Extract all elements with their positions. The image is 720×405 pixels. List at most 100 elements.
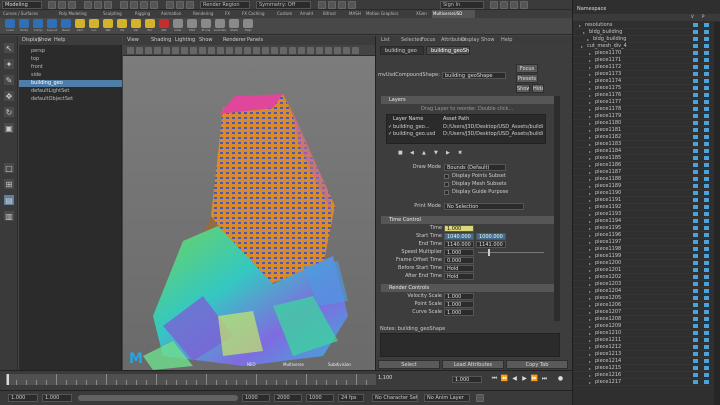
shelf-icon[interactable]: Write: [18, 19, 30, 33]
pickable-toggle-icon[interactable]: [704, 30, 709, 34]
range-end-field[interactable]: 1000: [242, 394, 270, 402]
pickable-toggle-icon[interactable]: [704, 317, 709, 321]
pickable-toggle-icon[interactable]: [704, 79, 709, 83]
expand-arrow-icon[interactable]: ▸: [583, 29, 585, 36]
ipr-icon[interactable]: [186, 1, 194, 9]
namespace-piece[interactable]: ▸ piece1207: [573, 309, 713, 316]
shelf-tab[interactable]: MASH: [348, 10, 364, 18]
time-attr-input-2[interactable]: 1141.000: [476, 241, 506, 248]
shelf-tab[interactable]: Animation: [160, 10, 191, 18]
namespace-item[interactable]: ▸ resolutions: [573, 22, 713, 29]
expand-arrow-icon[interactable]: ▸: [589, 365, 591, 372]
pickable-toggle-icon[interactable]: [704, 93, 709, 97]
outliner-item[interactable]: defaultObjectSet: [19, 96, 122, 103]
visibility-toggle-icon[interactable]: [693, 65, 698, 69]
namespace-piece[interactable]: ▸ piece1172: [573, 64, 713, 71]
hide-button[interactable]: Hide: [532, 84, 544, 93]
expand-arrow-icon[interactable]: ▸: [589, 316, 591, 323]
show-button[interactable]: Show: [516, 84, 530, 93]
panel-icon[interactable]: [338, 1, 346, 9]
visibility-toggle-icon[interactable]: [693, 100, 698, 104]
expand-arrow-icon[interactable]: ▸: [589, 162, 591, 169]
viewport-tool-icon[interactable]: [172, 47, 179, 54]
expand-arrow-icon[interactable]: ▸: [589, 225, 591, 232]
namespace-piece[interactable]: ▸ piece1203: [573, 281, 713, 288]
visibility-toggle-icon[interactable]: [693, 352, 698, 356]
speed-slider-handle[interactable]: [488, 249, 490, 256]
namespace-piece[interactable]: ▸ piece1213: [573, 351, 713, 358]
shelf-tab[interactable]: Sculpting: [102, 10, 133, 18]
outliner-item[interactable]: persp: [19, 48, 122, 55]
visibility-toggle-icon[interactable]: [693, 79, 698, 83]
visibility-toggle-icon[interactable]: [693, 107, 698, 111]
namespace-piece[interactable]: ▸ piece1191: [573, 197, 713, 204]
step-back-icon[interactable]: ⏪: [500, 374, 509, 383]
mode-selector[interactable]: Modeling: [2, 1, 42, 9]
viewport-tool-icon[interactable]: [298, 47, 305, 54]
pickable-toggle-icon[interactable]: [704, 240, 709, 244]
time-attr-input[interactable]: 1040.000: [444, 233, 474, 240]
shelf-tab[interactable]: Custom: [276, 10, 298, 18]
time-attr-input[interactable]: Hold: [444, 273, 474, 280]
ae-node-tab[interactable]: building_geo: [380, 46, 424, 55]
pickable-toggle-icon[interactable]: [704, 373, 709, 377]
pickable-toggle-icon[interactable]: [704, 191, 709, 195]
expand-arrow-icon[interactable]: ▸: [589, 106, 591, 113]
persp-outliner-icon[interactable]: ▥: [3, 210, 15, 222]
visibility-toggle-icon[interactable]: [693, 380, 698, 384]
timeline-track[interactable]: [6, 374, 376, 385]
expand-arrow-icon[interactable]: ▸: [589, 302, 591, 309]
visibility-toggle-icon[interactable]: [693, 191, 698, 195]
visibility-toggle-icon[interactable]: [693, 51, 698, 55]
shelf-icon[interactable]: Loc: [88, 19, 100, 33]
pickable-toggle-icon[interactable]: [704, 177, 709, 181]
expand-arrow-icon[interactable]: ▸: [589, 323, 591, 330]
expand-arrow-icon[interactable]: ▸: [589, 253, 591, 260]
viewport-tool-icon[interactable]: [262, 47, 269, 54]
shelf-tab[interactable]: Poly Modeling: [58, 10, 101, 18]
pickable-toggle-icon[interactable]: [704, 282, 709, 286]
expand-arrow-icon[interactable]: ▸: [589, 85, 591, 92]
visibility-toggle-icon[interactable]: [693, 128, 698, 132]
pickable-toggle-icon[interactable]: [704, 303, 709, 307]
layer-first-icon[interactable]: ■: [398, 150, 403, 156]
visibility-toggle-icon[interactable]: [693, 275, 698, 279]
expand-arrow-icon[interactable]: ▸: [589, 134, 591, 141]
outliner-menu-item[interactable]: Show: [38, 37, 52, 43]
namespace-piece[interactable]: ▸ piece1177: [573, 99, 713, 106]
focus-button[interactable]: Focus: [516, 64, 538, 73]
visibility-toggle-icon[interactable]: [693, 233, 698, 237]
visibility-toggle-icon[interactable]: [693, 303, 698, 307]
pickable-toggle-icon[interactable]: [704, 100, 709, 104]
viewport-menu-item[interactable]: Show: [199, 37, 213, 43]
namespace-piece[interactable]: ▸ piece1209: [573, 323, 713, 330]
expand-arrow-icon[interactable]: ▸: [589, 64, 591, 71]
ae-bottom-button[interactable]: Copy Tab: [506, 360, 568, 369]
expand-arrow-icon[interactable]: ▸: [589, 120, 591, 127]
namespace-piece[interactable]: ▸ piece1193: [573, 211, 713, 218]
shelf-icon[interactable]: Var: [130, 19, 142, 33]
visibility-toggle-icon[interactable]: [693, 345, 698, 349]
time-control-header[interactable]: Time Control: [381, 216, 556, 224]
visibility-toggle-icon[interactable]: [693, 58, 698, 62]
viewport-tool-icon[interactable]: [325, 47, 332, 54]
expand-arrow-icon[interactable]: ▸: [589, 92, 591, 99]
ae-scrollbar[interactable]: [554, 96, 560, 321]
range-start-field[interactable]: 1.000: [42, 394, 72, 402]
shelf-icon[interactable]: Pur: [144, 19, 156, 33]
visibility-toggle-icon[interactable]: [693, 289, 698, 293]
pickable-toggle-icon[interactable]: [704, 184, 709, 188]
pickable-toggle-icon[interactable]: [704, 352, 709, 356]
pickable-toggle-icon[interactable]: [704, 51, 709, 55]
go-to-start-icon[interactable]: ⏮: [490, 374, 499, 383]
paint-select-icon[interactable]: ✎: [3, 74, 15, 86]
anim-start-field[interactable]: 1.000: [8, 394, 38, 402]
expand-arrow-icon[interactable]: ▸: [589, 330, 591, 337]
new-scene-icon[interactable]: [48, 1, 56, 9]
viewport-tool-icon[interactable]: [226, 47, 233, 54]
outliner-layout-icon[interactable]: ▤: [3, 194, 15, 206]
select-hierarchy-icon[interactable]: [84, 1, 92, 9]
namespace-piece[interactable]: ▸ piece1170: [573, 50, 713, 57]
namespace-piece[interactable]: ▸ piece1212: [573, 344, 713, 351]
namespace-piece[interactable]: ▸ piece1194: [573, 218, 713, 225]
